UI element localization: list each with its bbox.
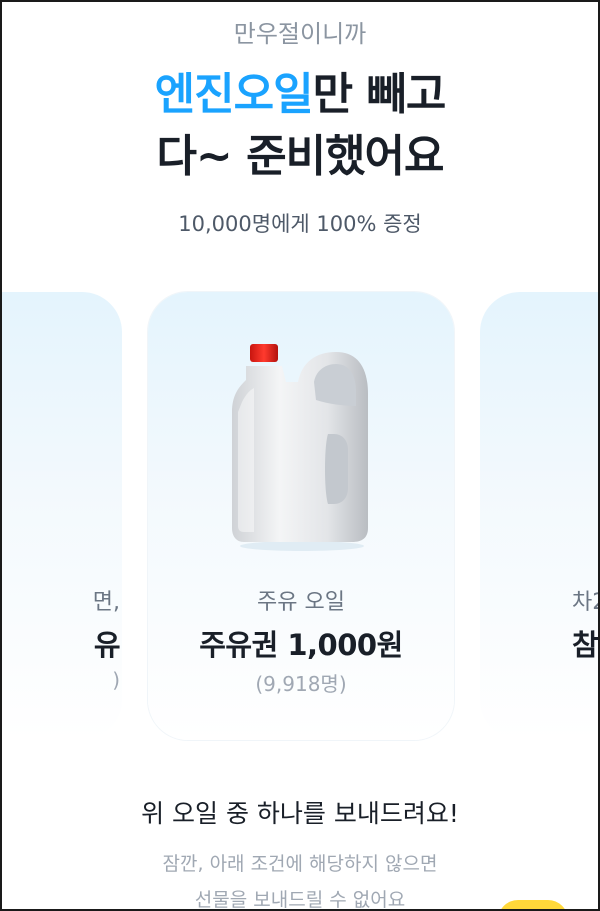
prize-card-title: 유 [93, 628, 121, 662]
headline-line-1: 엔진오일만 빼고 [2, 64, 598, 126]
prize-carousel[interactable]: 면, 유 ) 주유 오일 주유권 1,000원 (9,918명) 차 참 [2, 292, 599, 742]
oil-jug-icon [232, 344, 368, 551]
prize-card-count: (9,918명) [255, 672, 347, 696]
headline-line-2: 다~ 준비했어요 [156, 131, 444, 182]
page-frame: 만우절이니까 엔진오일만 빼고 다~ 준비했어요 10,000명에게 100% … [0, 0, 600, 911]
prize-card-label: 면, [92, 590, 120, 615]
prize-card-title: 참 [572, 628, 599, 662]
prize-card-count: ) [112, 668, 120, 692]
prize-notice: 위 오일 중 하나를 보내드려요! [141, 799, 459, 828]
prize-card-title: 주유권 1,000원 [199, 628, 403, 662]
floating-badge[interactable] [498, 900, 568, 909]
headline-accent: 엔진오일 [154, 69, 314, 120]
prize-card-current[interactable]: 주유 오일 주유권 1,000원 (9,918명) [148, 292, 454, 740]
giveaway-count-text: 10,000명에게 100% 증정 [178, 212, 422, 236]
prize-card-label: 차2 [572, 590, 598, 615]
prize-card-previous[interactable]: 면, 유 ) [2, 292, 122, 740]
prize-card-next[interactable]: 차2 참 [480, 292, 599, 740]
page-headline: 엔진오일만 빼고 다~ 준비했어요 [2, 64, 598, 188]
headline-rest: 만 빼고 [312, 69, 447, 120]
page-subtitle: 만우절이니까 [233, 20, 367, 48]
condition-notice-line-1: 잠깐, 아래 조건에 해당하지 않으면 [162, 853, 438, 875]
prize-card-label: 주유 오일 [257, 590, 345, 615]
